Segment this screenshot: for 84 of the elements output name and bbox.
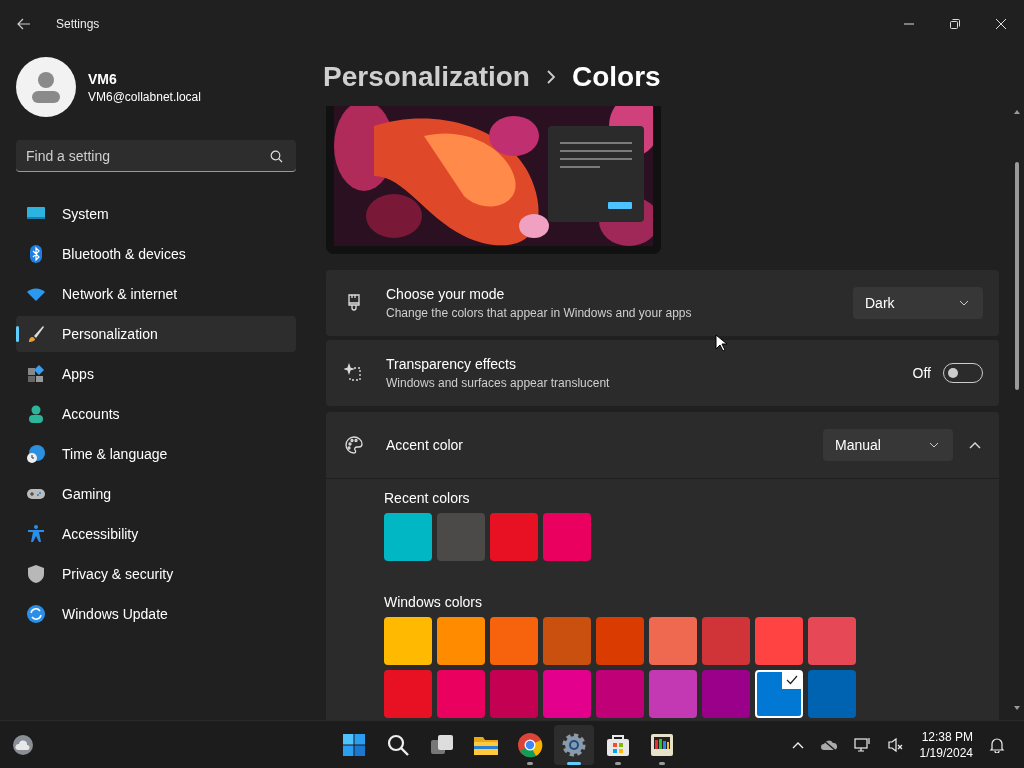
color-swatch[interactable] [490, 670, 538, 718]
color-swatch[interactable] [596, 617, 644, 665]
color-swatch[interactable] [543, 513, 591, 561]
shield-icon [26, 564, 46, 584]
clock-time[interactable]: 12:38 PM [921, 729, 973, 744]
color-swatch[interactable] [755, 670, 803, 718]
collapse-icon[interactable] [969, 441, 981, 449]
color-swatch[interactable] [649, 670, 697, 718]
nav-item[interactable]: Bluetooth & devices [16, 236, 296, 272]
nav-item[interactable]: Network & internet [16, 276, 296, 312]
volume-muted-icon[interactable] [887, 736, 904, 753]
clock-date[interactable]: 1/19/2024 [919, 745, 973, 760]
page-title: Colors [571, 60, 661, 93]
color-swatch[interactable] [490, 617, 538, 665]
palette-icon [344, 435, 364, 455]
user-name: VM6 [88, 70, 118, 87]
color-swatch[interactable] [543, 670, 591, 718]
chevron-right-icon [545, 69, 556, 84]
search-icon[interactable] [270, 150, 283, 163]
color-swatch[interactable] [437, 513, 485, 561]
close-icon[interactable] [995, 18, 1007, 30]
nav-item[interactable]: Personalization [16, 316, 296, 352]
network-icon[interactable] [853, 736, 872, 753]
gear-icon [561, 732, 587, 758]
sparkle-frame-icon [344, 363, 364, 383]
setting-title: Accent color [386, 437, 464, 453]
color-swatch[interactable] [384, 513, 432, 561]
nav-item[interactable]: Windows Update [16, 596, 296, 632]
checkmark-icon [786, 675, 798, 685]
cloud-offline-icon[interactable] [819, 737, 838, 752]
brush-icon [26, 324, 46, 344]
color-swatch[interactable] [808, 617, 856, 665]
chevron-down-icon [959, 300, 969, 306]
color-swatch[interactable] [702, 617, 750, 665]
person-icon [26, 404, 46, 424]
color-swatch[interactable] [437, 617, 485, 665]
mode-dropdown[interactable]: Dark [853, 287, 983, 319]
windows-logo-icon [341, 732, 367, 758]
nav-item[interactable]: Gaming [16, 476, 296, 512]
setting-description: Change the colors that appear in Windows and your apps [386, 306, 692, 320]
nav-item[interactable]: Accounts [16, 396, 296, 432]
color-swatch[interactable] [437, 670, 485, 718]
color-swatch[interactable] [384, 617, 432, 665]
search-field[interactable]: Find a setting [16, 140, 296, 172]
color-swatch[interactable] [490, 513, 538, 561]
apps-icon [26, 364, 46, 384]
section-label: Recent colors [384, 490, 471, 506]
nav-item[interactable]: System [16, 196, 296, 232]
color-swatch[interactable] [808, 670, 856, 718]
nav-item[interactable]: Accessibility [16, 516, 296, 552]
breadcrumb-parent[interactable]: Personalization [323, 60, 530, 93]
setting-title: Choose your mode [386, 286, 506, 302]
app-tile-icon [649, 732, 675, 758]
back-icon[interactable] [17, 18, 31, 30]
restore-icon[interactable] [949, 18, 961, 30]
avatar [16, 57, 76, 117]
toggle-state: Off [912, 365, 931, 381]
setting-description: Windows and surfaces appear translucent [386, 376, 610, 390]
nav-item[interactable]: Apps [16, 356, 296, 392]
store-bag-icon [605, 732, 631, 758]
chevron-down-icon [929, 442, 939, 448]
taskbar-button[interactable] [554, 725, 594, 765]
chrome-icon [517, 732, 543, 758]
mouse-pointer-icon [715, 334, 727, 352]
color-swatch[interactable] [755, 617, 803, 665]
sync-icon [26, 604, 46, 624]
color-swatch[interactable] [543, 617, 591, 665]
color-swatch[interactable] [384, 670, 432, 718]
chevron-up-icon[interactable] [791, 740, 804, 749]
setting-title: Transparency effects [386, 356, 517, 372]
user-email: VM6@collabnet.local [88, 89, 201, 104]
globe-clock-icon [26, 444, 46, 464]
weather-icon[interactable] [11, 732, 35, 757]
nav-item[interactable]: Time & language [16, 436, 296, 472]
section-label: Windows colors [384, 594, 484, 610]
mode-dropdown[interactable]: Manual [823, 429, 953, 461]
color-swatch[interactable] [702, 670, 750, 718]
nav-item[interactable]: Privacy & security [16, 556, 296, 592]
window-title: Settings [56, 17, 100, 31]
color-swatch[interactable] [649, 617, 697, 665]
notification-bell-icon[interactable] [989, 736, 1005, 753]
search-icon [385, 732, 411, 758]
color-swatch[interactable] [596, 670, 644, 718]
accessibility-icon [26, 524, 46, 544]
